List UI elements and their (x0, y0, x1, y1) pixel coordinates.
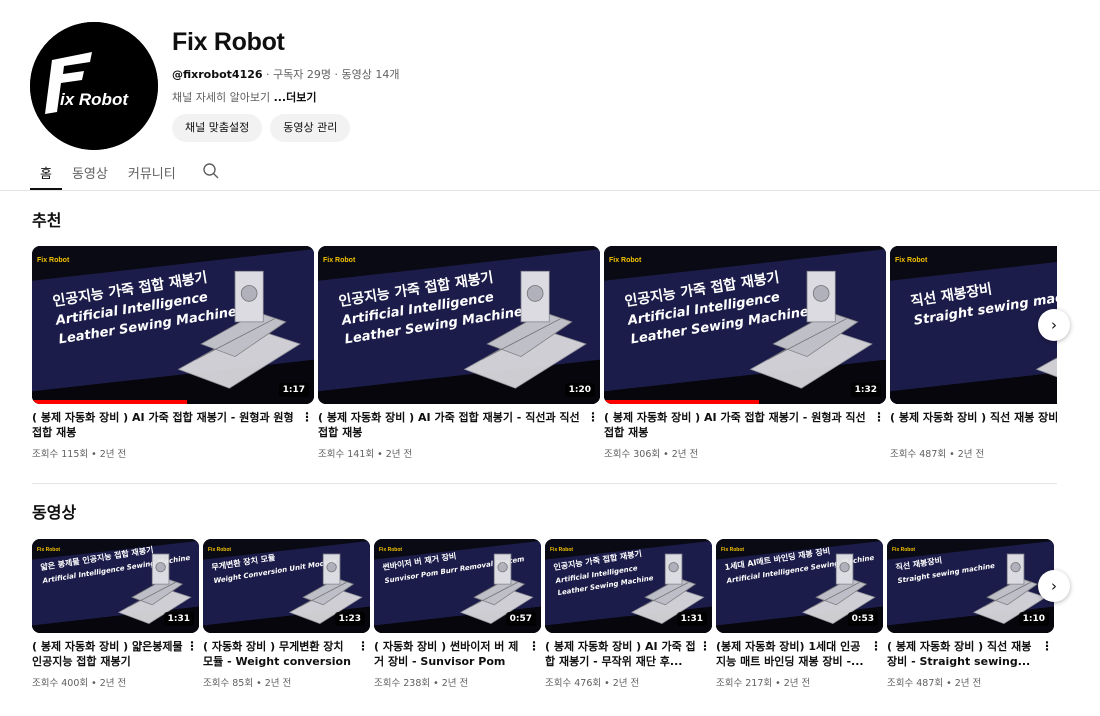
video-meta: 조회수 85회 • 2년 전 (203, 678, 292, 689)
video-card[interactable]: Fix Robot 인공지능 가죽 접합 재봉기 Artificial Inte… (318, 246, 600, 460)
channel-actions: 채널 맞춤설정 동영상 관리 (172, 114, 351, 142)
video-meta: 조회수 238회 • 2년 전 (374, 678, 469, 689)
tab-community[interactable]: 커뮤니티 (118, 157, 186, 190)
video-thumbnail[interactable]: Fix Robot 썬바이저 버 제거 장비 Sunvisor Pom Burr… (374, 539, 541, 633)
more-vert-icon[interactable]: ⋮ (300, 410, 314, 440)
section-title-recommended: 추천 (32, 211, 62, 230)
video-meta: 조회수 115회 • 2년 전 (32, 449, 127, 460)
video-card[interactable]: Fix Robot 인공지능 가죽 접합 재봉기 Artificial Inte… (32, 246, 314, 460)
recommended-shelf: Fix Robot 인공지능 가죽 접합 재봉기 Artificial Inte… (32, 246, 1057, 471)
video-title[interactable]: ( 봉제 자동화 장비 ) AI 가죽 접합 재봉기 - 무작위 재단 후... (545, 639, 698, 669)
video-duration: 1:17 (278, 383, 309, 397)
video-card[interactable]: Fix Robot 인공지능 가죽 접합 재봉기 Artificial Inte… (545, 539, 712, 689)
video-thumbnail[interactable]: Fix Robot 얇은 봉제물 인공지능 접합 재봉기 Artificial … (32, 539, 199, 633)
search-icon[interactable] (192, 157, 230, 190)
channel-avatar[interactable]: ix Robot (30, 22, 158, 150)
video-duration: 1:32 (850, 383, 881, 397)
video-title[interactable]: ( 자동화 장비 ) 무게변환 장치 모듈 - Weight conversio… (203, 639, 356, 669)
manage-videos-button[interactable]: 동영상 관리 (270, 114, 351, 142)
channel-stats: · 구독자 29명 · 동영상 14개 (262, 68, 400, 81)
svg-text:Fix Robot: Fix Robot (37, 547, 60, 553)
svg-text:Fix Robot: Fix Robot (895, 257, 928, 264)
video-title[interactable]: ( 봉제 자동화 장비 ) AI 가죽 접합 재봉기 - 원형과 원형 접합 재… (32, 410, 300, 440)
video-duration: 1:20 (564, 383, 595, 397)
video-duration: 1:10 (1018, 612, 1049, 626)
section-divider (32, 483, 1057, 484)
svg-text:Fix Robot: Fix Robot (323, 257, 356, 264)
channel-handle: @fixrobot4126 (172, 68, 263, 81)
recommended-row: Fix Robot 인공지능 가죽 접합 재봉기 Artificial Inte… (32, 246, 1057, 460)
video-card[interactable]: Fix Robot 직선 재봉장비 Straight sewing machin… (890, 246, 1057, 460)
video-duration: 0:53 (847, 612, 878, 626)
chevron-right-icon[interactable]: › (1038, 570, 1070, 602)
video-card[interactable]: Fix Robot 직선 재봉장비 Straight sewing machin… (887, 539, 1054, 689)
channel-meta: @fixrobot4126 · 구독자 29명 · 동영상 14개 (172, 66, 399, 82)
video-title[interactable]: ( 봉제 자동화 장비 ) 얇은봉제물 인공지능 접합 재봉기 (32, 639, 185, 669)
svg-text:Fix Robot: Fix Robot (379, 547, 402, 553)
video-thumbnail[interactable]: Fix Robot 인공지능 가죽 접합 재봉기 Artificial Inte… (545, 539, 712, 633)
more-vert-icon[interactable]: ⋮ (586, 410, 600, 440)
svg-text:ix Robot: ix Robot (60, 90, 129, 109)
video-meta: 조회수 476회 • 2년 전 (545, 678, 640, 689)
video-meta: 조회수 217회 • 2년 전 (716, 678, 811, 689)
description-text: 채널 자세히 알아보기 (172, 91, 274, 104)
video-card[interactable]: Fix Robot 인공지능 가죽 접합 재봉기 Artificial Inte… (604, 246, 886, 460)
video-duration: 0:57 (505, 612, 536, 626)
video-meta: 조회수 487회 • 2년 전 (887, 678, 982, 689)
more-vert-icon[interactable]: ⋮ (1040, 639, 1054, 669)
more-vert-icon[interactable]: ⋮ (869, 639, 883, 669)
videos-row: Fix Robot 얇은 봉제물 인공지능 접합 재봉기 Artificial … (32, 539, 1057, 689)
video-thumbnail[interactable]: Fix Robot 인공지능 가죽 접합 재봉기 Artificial Inte… (318, 246, 600, 404)
svg-text:Fix Robot: Fix Robot (721, 547, 744, 553)
video-title[interactable]: ( 자동화 장비 ) 썬바이저 버 제거 장비 - Sunvisor Pom B… (374, 639, 527, 669)
more-vert-icon[interactable]: ⋮ (356, 639, 370, 669)
channel-tabs: 홈 동영상 커뮤니티 (30, 157, 230, 190)
video-meta: 조회수 141회 • 2년 전 (318, 449, 413, 460)
video-card[interactable]: Fix Robot 1세대 AI매트 바인딩 재봉 장비 Artificial … (716, 539, 883, 689)
customize-channel-button[interactable]: 채널 맞춤설정 (172, 114, 263, 142)
more-vert-icon[interactable]: ⋮ (872, 410, 886, 440)
tab-videos[interactable]: 동영상 (62, 157, 118, 190)
fix-robot-logo: ix Robot (30, 22, 158, 150)
video-card[interactable]: Fix Robot 얇은 봉제물 인공지능 접합 재봉기 Artificial … (32, 539, 199, 689)
video-title[interactable]: (봉제 자동화 장비) 1세대 인공지능 매트 바인딩 재봉 장비 -... (716, 639, 869, 669)
svg-text:Fix Robot: Fix Robot (208, 547, 231, 553)
svg-text:Fix Robot: Fix Robot (550, 547, 573, 553)
channel-description[interactable]: 채널 자세히 알아보기 ...더보기 (172, 89, 316, 105)
video-thumbnail[interactable]: Fix Robot 인공지능 가죽 접합 재봉기 Artificial Inte… (32, 246, 314, 404)
video-title[interactable]: ( 봉제 자동화 장비 ) AI 가죽 접합 재봉기 - 직선과 직선 접합 재… (318, 410, 586, 440)
video-meta: 조회수 306회 • 2년 전 (604, 449, 699, 460)
video-title[interactable]: ( 봉제 자동화 장비 ) 직선 재봉 장비 - Straight sewing… (887, 639, 1040, 669)
more-vert-icon[interactable]: ⋮ (185, 639, 199, 669)
video-duration: 1:31 (676, 612, 707, 626)
tabs-divider (0, 190, 1100, 191)
video-duration: 1:23 (334, 612, 365, 626)
video-card[interactable]: Fix Robot 썬바이저 버 제거 장비 Sunvisor Pom Burr… (374, 539, 541, 689)
tab-home[interactable]: 홈 (30, 157, 62, 190)
video-card[interactable]: Fix Robot 무게변환 장치 모듈 Weight Conversion U… (203, 539, 370, 689)
video-thumbnail[interactable]: Fix Robot 무게변환 장치 모듈 Weight Conversion U… (203, 539, 370, 633)
video-duration: 1:31 (163, 612, 194, 626)
more-vert-icon[interactable]: ⋮ (698, 639, 712, 669)
svg-text:Fix Robot: Fix Robot (892, 547, 915, 553)
channel-name: Fix Robot (172, 28, 285, 56)
svg-text:Fix Robot: Fix Robot (609, 257, 642, 264)
video-thumbnail[interactable]: Fix Robot 1세대 AI매트 바인딩 재봉 장비 Artificial … (716, 539, 883, 633)
videos-shelf: Fix Robot 얇은 봉제물 인공지능 접합 재봉기 Artificial … (32, 539, 1057, 699)
svg-text:Fix Robot: Fix Robot (37, 257, 70, 264)
more-vert-icon[interactable]: ⋮ (527, 639, 541, 669)
video-meta: 조회수 487회 • 2년 전 (890, 449, 985, 460)
video-meta: 조회수 400회 • 2년 전 (32, 678, 127, 689)
video-title[interactable]: ( 봉제 자동화 장비 ) 직선 재봉 장비 machine (890, 410, 1057, 440)
chevron-right-icon[interactable]: › (1038, 309, 1070, 341)
video-thumbnail[interactable]: Fix Robot 직선 재봉장비 Straight sewing machin… (890, 246, 1057, 404)
video-title[interactable]: ( 봉제 자동화 장비 ) AI 가죽 접합 재봉기 - 원형과 직선 접합 재… (604, 410, 872, 440)
more-link[interactable]: ...더보기 (274, 91, 317, 104)
video-thumbnail[interactable]: Fix Robot 직선 재봉장비 Straight sewing machin… (887, 539, 1054, 633)
video-thumbnail[interactable]: Fix Robot 인공지능 가죽 접합 재봉기 Artificial Inte… (604, 246, 886, 404)
section-title-videos: 동영상 (32, 503, 77, 522)
